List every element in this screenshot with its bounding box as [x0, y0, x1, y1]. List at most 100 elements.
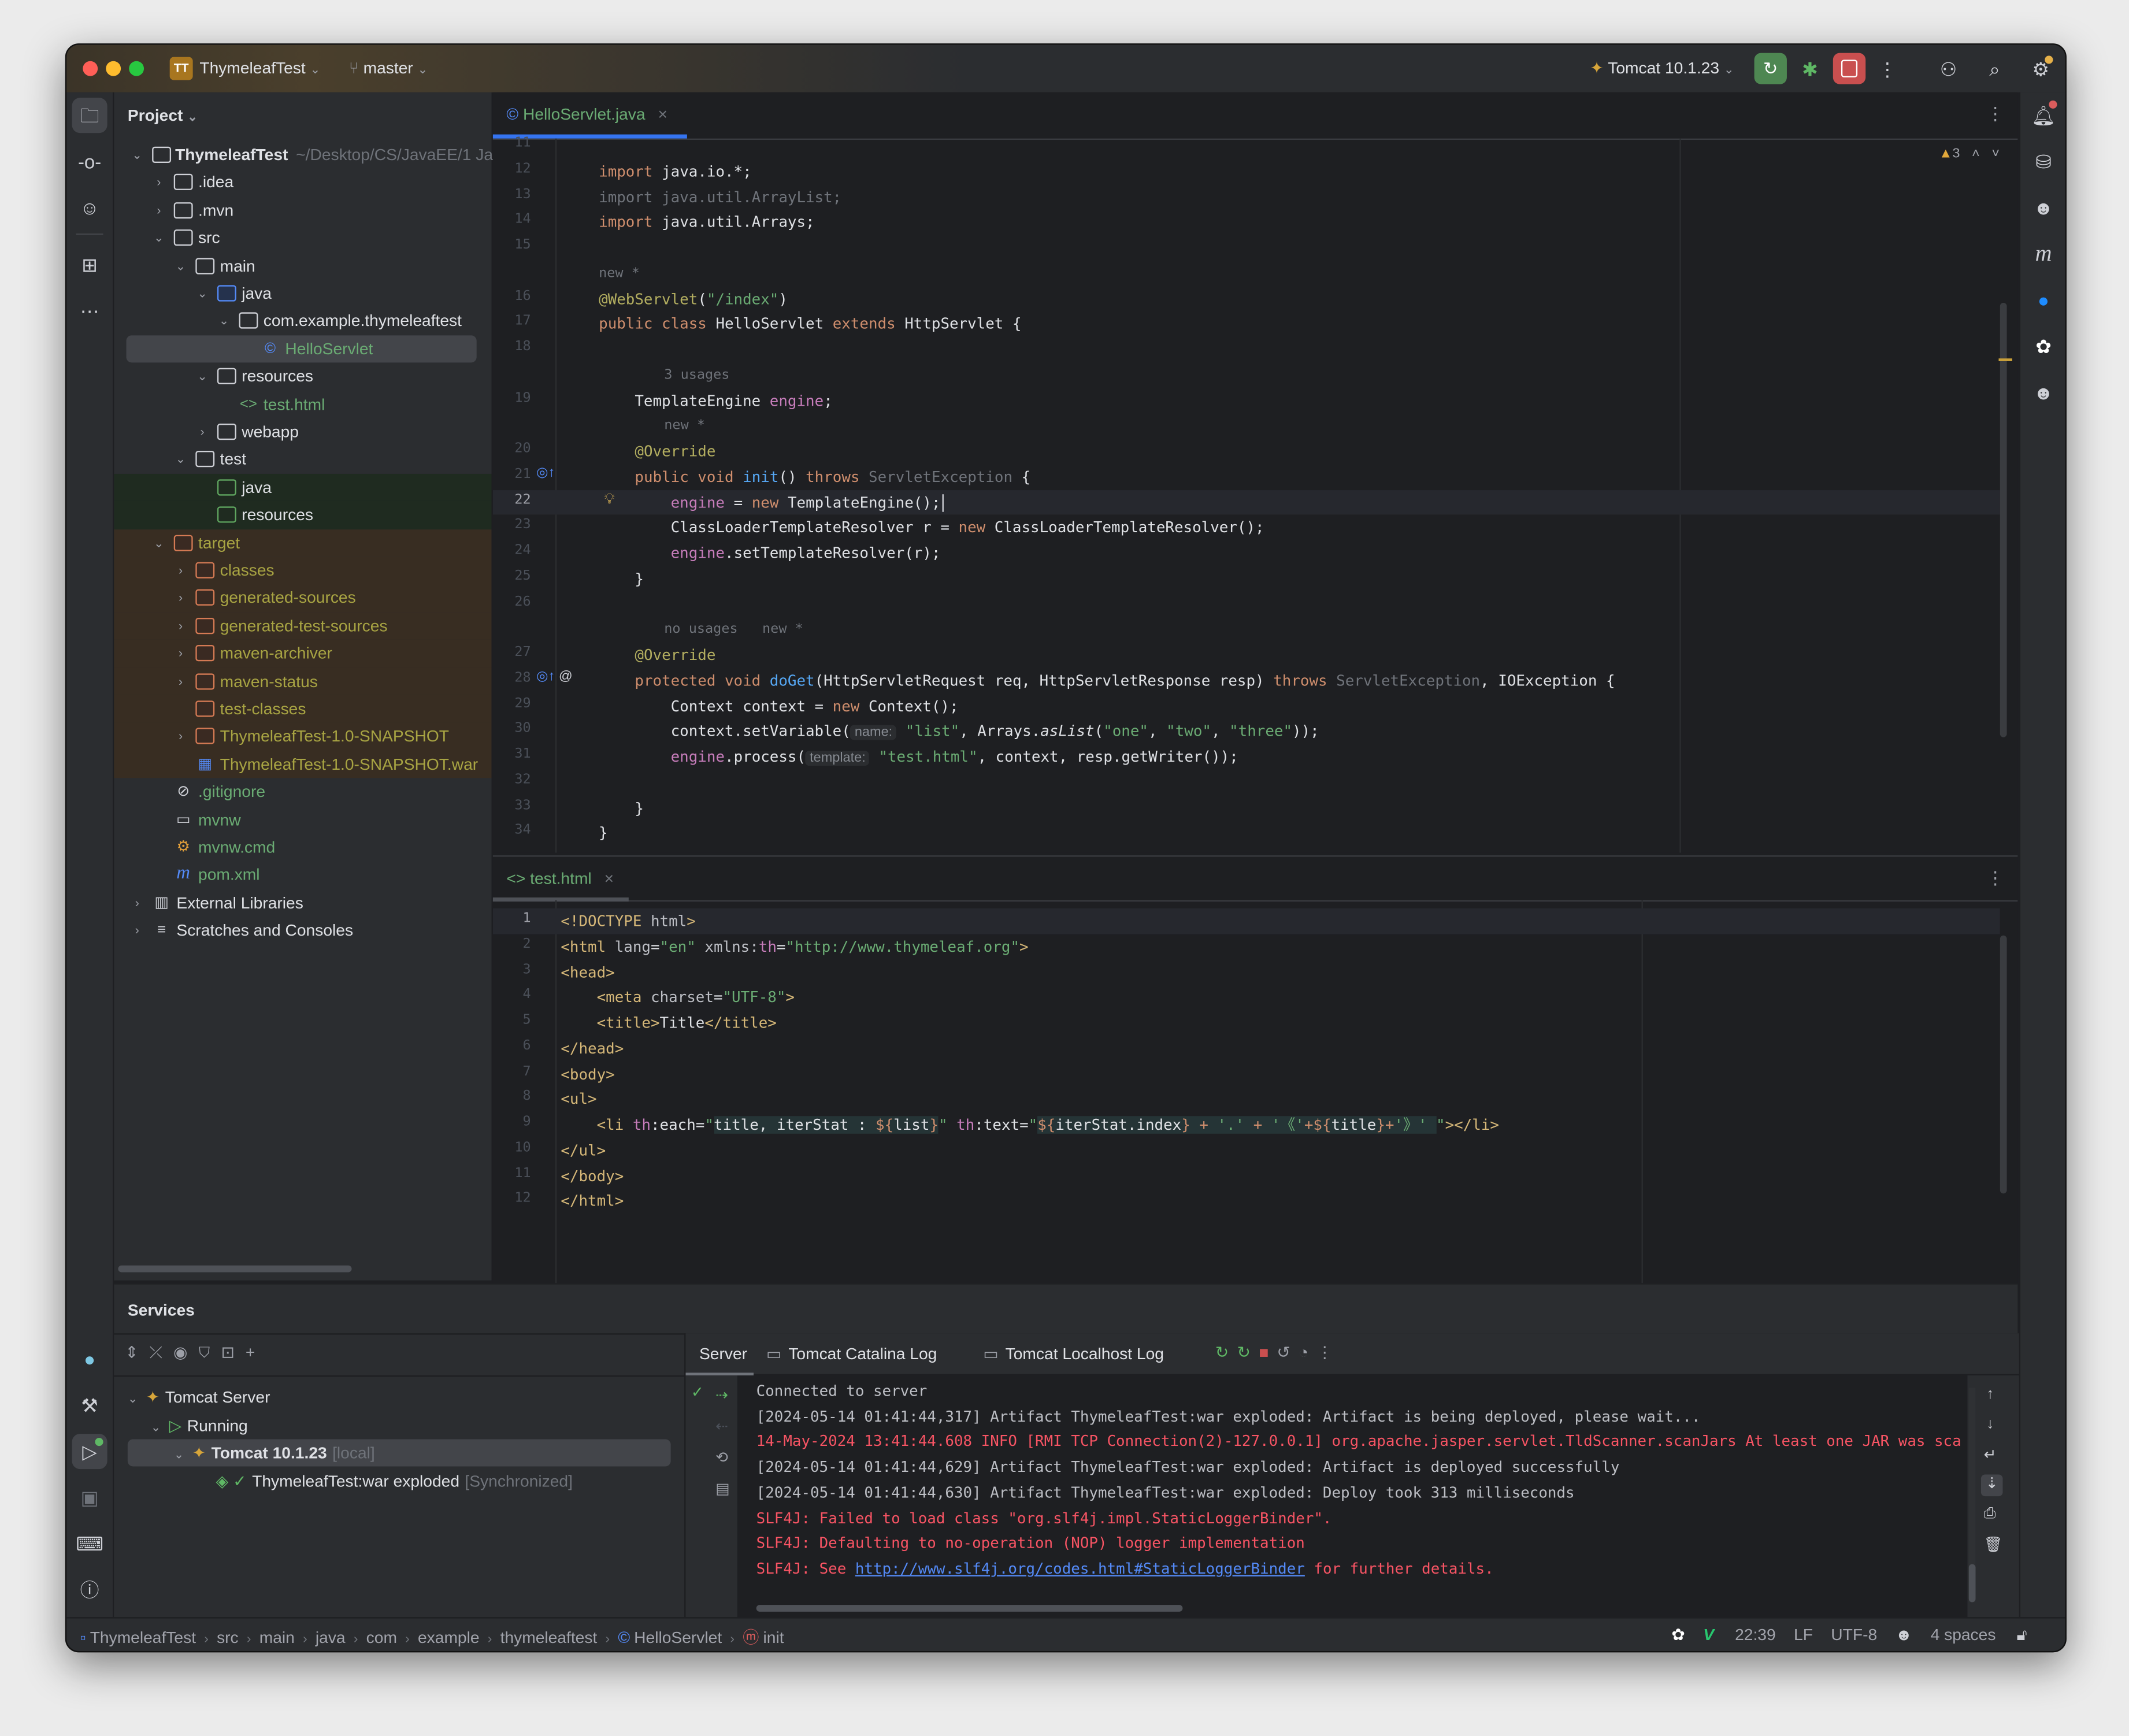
chevron-down-icon[interactable]: ⌄ — [195, 363, 209, 390]
indent-setting[interactable]: 4 spaces — [1931, 1625, 1996, 1644]
horizontal-scrollbar[interactable] — [118, 1265, 352, 1273]
chevron-right-icon[interactable]: › — [174, 584, 187, 611]
tree-item[interactable]: › webapp — [114, 418, 491, 446]
service-tree-item[interactable]: ⌄ ▷ Running — [151, 1411, 248, 1438]
breadcrumb-item[interactable]: src — [217, 1628, 239, 1647]
tab-hello-servlet[interactable]: © HelloServlet.java × — [492, 92, 687, 139]
problems-tool-button[interactable]: ⓘ — [72, 1572, 107, 1608]
tree-item[interactable]: ⌄ resources — [114, 363, 491, 390]
tree-item[interactable]: resources — [114, 501, 491, 528]
tree-item[interactable]: › classes — [114, 557, 491, 584]
close-tab-icon[interactable]: × — [658, 105, 667, 124]
java-code-area[interactable]: 11 12 import java.io.*; 13 import java.util.… — [492, 133, 2000, 852]
clear-all-icon[interactable]: 🗑 — [1984, 1535, 2003, 1553]
tree-item[interactable]: java — [114, 473, 491, 500]
search-everywhere-button[interactable]: ⌕ — [1981, 55, 2008, 83]
openai-icon[interactable]: ✿ — [1671, 1625, 1685, 1644]
editor-options-button[interactable]: ⋮ — [1986, 867, 2004, 889]
tree-item[interactable]: ⌄ src — [114, 224, 491, 251]
chatgpt-tool-button[interactable]: ✿ — [2026, 329, 2061, 364]
breadcrumb-item[interactable]: java — [316, 1628, 346, 1647]
endpoints-tool-button[interactable]: ▣ — [72, 1480, 107, 1515]
html-code-area[interactable]: 1 <!DOCTYPE html> 2 <html lang="en" xmlns:t… — [492, 900, 2000, 1289]
print-icon[interactable]: ⎙ — [1984, 1506, 1996, 1524]
chevron-right-icon[interactable]: › — [131, 889, 144, 916]
tree-item[interactable]: › .idea — [114, 169, 491, 196]
service-tree-item[interactable]: ⌄ ✦ Tomcat Server — [128, 1383, 270, 1411]
output-tab[interactable]: ▭ Tomcat Localhost Log — [983, 1344, 1164, 1363]
more-actions-button[interactable]: ⋮ — [1874, 55, 1901, 83]
redeploy-icon[interactable]: ↻ — [1215, 1343, 1237, 1362]
new-group-icon[interactable]: ⊡ — [221, 1343, 245, 1362]
chevron-down-icon[interactable]: ⌄ — [174, 446, 187, 473]
services-tool-button[interactable]: ▷ — [72, 1434, 107, 1470]
tree-item[interactable]: ⌄ com.example.thymeleaftest — [114, 307, 491, 335]
output-tab[interactable]: ▭ Tomcat Catalina Log — [766, 1344, 937, 1363]
tree-item[interactable]: › maven-archiver — [114, 640, 491, 667]
dashboard-icon[interactable]: ◔ — [1299, 1343, 1316, 1362]
notifications-button[interactable]: 🔔︎ — [2026, 98, 2061, 133]
chevron-down-icon[interactable]: ⌄ — [128, 1392, 138, 1405]
scroll-to-end-icon[interactable]: ⇣ — [1980, 1474, 2003, 1497]
chevron-right-icon[interactable]: › — [195, 418, 209, 446]
database-tool-button[interactable]: ⛁ — [2026, 144, 2061, 179]
chevron-down-icon[interactable]: ⌄ — [152, 224, 165, 251]
tree-item[interactable]: › ThymeleafTest-1.0-SNAPSHOT — [114, 723, 491, 750]
java-editor[interactable]: © HelloServlet.java × ⋮ ▲3 ˄ ˅ 11 12 impor… — [492, 92, 2018, 853]
project-tool-button[interactable]: 🗀 — [72, 98, 107, 133]
chevron-down-icon[interactable]: ⌄ — [174, 252, 187, 279]
tree-item[interactable]: ⌄ test — [114, 446, 491, 473]
project-panel-header[interactable]: Project ⌄ — [128, 106, 198, 125]
cursor-position[interactable]: 22:39 — [1735, 1625, 1776, 1644]
unlock-icon[interactable]: 🔓︎ — [2016, 1625, 2027, 1644]
breadcrumb-item[interactable]: thymeleaftest — [500, 1628, 598, 1647]
debug-button[interactable]: ✱ — [1796, 55, 1823, 83]
tree-item[interactable]: ⊘ .gitignore — [114, 778, 491, 806]
copilot-help-button[interactable]: ☺ — [72, 190, 107, 225]
run-config-selector[interactable]: ✦ Tomcat 10.1.23 ⌄ — [1590, 58, 1734, 77]
filter-icon[interactable]: ⛉ — [198, 1343, 221, 1362]
tree-item[interactable]: ⌄ target — [114, 529, 491, 556]
tree-item[interactable]: ⌄ main — [114, 252, 491, 279]
tree-item[interactable]: ⚙ mvnw.cmd — [114, 834, 491, 861]
chat-tool-button[interactable]: ● — [2026, 283, 2061, 318]
stop-button[interactable] — [1833, 53, 1866, 84]
service-tree-item[interactable]: ◈ ✓ ThymeleafTest:war exploded [Synchroniz… — [197, 1467, 573, 1494]
log-horizontal-scrollbar[interactable] — [756, 1605, 1183, 1612]
golang-plugin-button[interactable]: ● — [72, 1341, 107, 1377]
debug-redeploy-icon[interactable]: ↻ — [1237, 1343, 1259, 1362]
tree-item[interactable]: m pom.xml — [114, 862, 491, 889]
copilot-status-icon[interactable]: ☻ — [1896, 1625, 1913, 1644]
view-options-icon[interactable]: ◉ — [173, 1343, 198, 1362]
expand-all-icon[interactable]: ⇕ — [125, 1343, 149, 1362]
vuetify-icon[interactable]: V — [1703, 1625, 1714, 1644]
file-encoding[interactable]: UTF-8 — [1831, 1625, 1877, 1644]
chevron-right-icon[interactable]: › — [174, 640, 187, 667]
chevron-right-icon[interactable]: › — [174, 557, 187, 584]
chevron-down-icon[interactable]: ⌄ — [195, 280, 209, 307]
editor-scrollbar[interactable] — [2000, 302, 2007, 737]
chevron-down-icon[interactable]: ⌄ — [174, 1448, 184, 1461]
service-tree-item[interactable]: ⌄ ✦ Tomcat 10.1.23 [local] — [174, 1439, 375, 1466]
scroll-down-icon[interactable]: ↓ — [1986, 1416, 1994, 1433]
chevron-right-icon[interactable]: › — [174, 612, 187, 639]
restart-icon[interactable]: ↺ — [1277, 1343, 1299, 1362]
overrides-method-icon[interactable]: ◎↑ @ — [536, 669, 573, 684]
tab-test-html[interactable]: <> test.html × — [492, 857, 629, 902]
build-tool-button[interactable]: ⚒ — [72, 1388, 107, 1423]
close-tab-icon[interactable]: × — [604, 869, 614, 888]
chevron-right-icon[interactable]: › — [152, 169, 165, 196]
breadcrumb-item[interactable]: HelloServlet — [634, 1628, 722, 1647]
breadcrumb-item[interactable]: ThymeleafTest — [90, 1628, 196, 1647]
tree-item[interactable]: © HelloServlet — [114, 335, 491, 362]
chevron-right-icon[interactable]: › — [174, 723, 187, 750]
project-switcher[interactable]: ThymeleafTest ⌄ — [199, 58, 320, 77]
tree-item[interactable]: › generated-sources — [114, 584, 491, 611]
code-with-me-button[interactable]: ⚇ — [1935, 55, 1962, 83]
tree-root[interactable]: ⌄ ThymeleafTest ~/Desktop/CS/JavaEE/1 Ja… — [114, 141, 510, 168]
tree-item[interactable]: › ≡ Scratches and Consoles — [114, 917, 491, 944]
more-tools-button[interactable]: ⋯ — [72, 293, 107, 328]
editor-scrollbar[interactable] — [2000, 935, 2007, 1194]
commit-tool-button[interactable]: -o- — [72, 144, 107, 179]
output-tab[interactable]: Server — [699, 1344, 747, 1363]
